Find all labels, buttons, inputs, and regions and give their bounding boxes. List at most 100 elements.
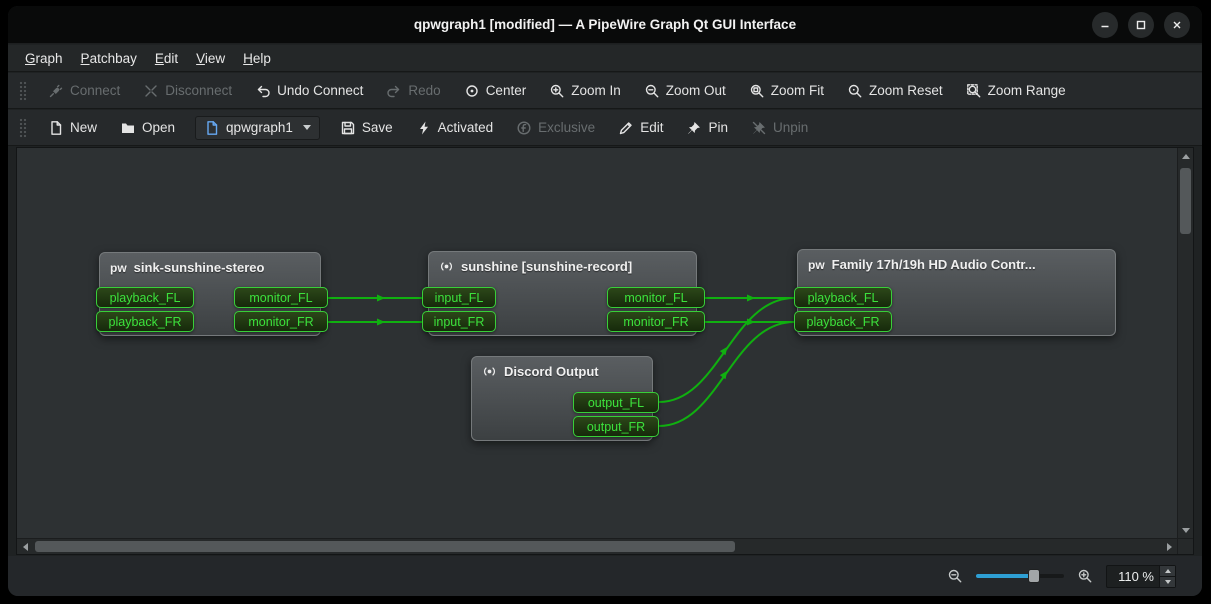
zoom-range-button[interactable]: Zoom Range (958, 78, 1074, 104)
node-title-bar: pw Family 17h/19h HD Audio Contr... (798, 250, 1115, 279)
plug-connect-icon (48, 83, 64, 99)
zoom-range-icon (966, 83, 982, 99)
port-family-playback-fr[interactable]: playback_FR (794, 311, 892, 332)
zoom-spinbox[interactable]: 110 % (1106, 565, 1176, 588)
zoom-slider-handle[interactable] (1028, 569, 1040, 583)
redo-button: Redo (378, 78, 448, 104)
graph-canvas[interactable]: pw sink-sunshine-stereo playback_FL play… (17, 148, 1177, 538)
node-title-bar: sunshine [sunshine-record] (429, 252, 696, 281)
new-patchbay-button[interactable]: New (40, 115, 105, 141)
menubar: Graph Patchbay Edit View Help (8, 45, 1202, 72)
close-button[interactable] (1164, 12, 1190, 38)
close-icon (1170, 18, 1184, 32)
horizontal-scroll-handle[interactable] (35, 541, 735, 552)
port-sunshine-monitor-fr[interactable]: monitor_FR (607, 311, 705, 332)
vertical-scroll-handle[interactable] (1180, 168, 1191, 234)
zoom-out-button[interactable]: Zoom Out (636, 78, 734, 104)
node-title: Family 17h/19h HD Audio Contr... (832, 257, 1036, 272)
status-zoom-in-icon[interactable] (1077, 568, 1093, 584)
zoom-decrement-button[interactable] (1160, 577, 1175, 587)
open-patchbay-button[interactable]: Open (112, 115, 183, 141)
undo-connect-button[interactable]: Undo Connect (247, 78, 371, 104)
pipewire-icon: pw (808, 258, 825, 272)
port-discord-output-fr[interactable]: output_FR (573, 416, 659, 437)
zoom-value[interactable]: 110 % (1107, 566, 1159, 587)
spin-buttons (1159, 566, 1175, 587)
scroll-up-button[interactable] (1178, 148, 1194, 164)
menu-view[interactable]: View (187, 48, 234, 69)
scroll-left-button[interactable] (17, 539, 33, 555)
connect-button: Connect (40, 78, 128, 104)
toolbar-drag-handle-2[interactable] (19, 118, 27, 138)
zoom-fit-label: Zoom Fit (771, 83, 824, 98)
zoom-in-label: Zoom In (571, 83, 621, 98)
status-zoom-out-icon[interactable] (947, 568, 963, 584)
pin-label: Pin (708, 120, 728, 135)
new-file-icon (48, 120, 64, 136)
menu-graph[interactable]: Graph (16, 48, 72, 69)
exclusive-toggle-button: Exclusive (508, 115, 603, 141)
zoom-reset-button[interactable]: Zoom Reset (839, 78, 951, 104)
zoom-in-button[interactable]: Zoom In (541, 78, 629, 104)
node-title: sunshine [sunshine-record] (461, 259, 632, 274)
edit-label: Edit (640, 120, 663, 135)
menu-help[interactable]: Help (234, 48, 280, 69)
scroll-right-button[interactable] (1161, 539, 1177, 555)
minimize-icon (1098, 18, 1112, 32)
edit-toggle-button[interactable]: Edit (610, 115, 671, 141)
pin-icon (686, 120, 702, 136)
menu-patchbay[interactable]: Patchbay (72, 48, 146, 69)
center-label: Center (486, 83, 527, 98)
window-controls (1092, 12, 1190, 38)
center-button[interactable]: Center (456, 78, 535, 104)
disconnect-button: Disconnect (135, 78, 240, 104)
zoom-slider[interactable] (976, 568, 1064, 584)
titlebar[interactable]: qpwgraph1 [modified] — A PipeWire Graph … (8, 6, 1202, 44)
port-discord-output-fl[interactable]: output_FL (573, 392, 659, 413)
maximize-icon (1134, 18, 1148, 32)
zoom-in-icon (549, 83, 565, 99)
scroll-down-button[interactable] (1178, 522, 1194, 538)
unpin-icon (751, 120, 767, 136)
zoom-fit-icon (749, 83, 765, 99)
port-sink-playback-fr[interactable]: playback_FR (96, 311, 194, 332)
unpin-button: Unpin (743, 115, 816, 141)
redo-label: Redo (408, 83, 440, 98)
node-title: sink-sunshine-stereo (134, 260, 265, 275)
maximize-button[interactable] (1128, 12, 1154, 38)
port-family-playback-fl[interactable]: playback_FL (794, 287, 892, 308)
save-label: Save (362, 120, 393, 135)
vertical-scrollbar[interactable] (1177, 148, 1193, 538)
port-sink-monitor-fr[interactable]: monitor_FR (234, 311, 328, 332)
disconnect-label: Disconnect (165, 83, 232, 98)
port-sunshine-input-fr[interactable]: input_FR (422, 311, 496, 332)
graph-toolbar: Connect Disconnect Undo Connect Redo Cen… (8, 73, 1202, 109)
port-sunshine-monitor-fl[interactable]: monitor_FL (607, 287, 705, 308)
pin-button[interactable]: Pin (678, 115, 736, 141)
pipewire-icon: pw (110, 261, 127, 275)
patchbay-file-icon (204, 120, 220, 136)
zoom-fit-button[interactable]: Zoom Fit (741, 78, 832, 104)
port-sink-monitor-fl[interactable]: monitor_FL (234, 287, 328, 308)
horizontal-scroll-track[interactable] (33, 539, 1161, 554)
arrow-down-icon (1165, 580, 1171, 584)
activated-toggle-button[interactable]: Activated (408, 115, 502, 141)
arrow-up-icon (1165, 569, 1171, 573)
horizontal-scrollbar[interactable] (17, 538, 1177, 554)
port-sink-playback-fl[interactable]: playback_FL (96, 287, 194, 308)
port-sunshine-input-fl[interactable]: input_FL (422, 287, 496, 308)
minimize-button[interactable] (1092, 12, 1118, 38)
node-title-bar: pw sink-sunshine-stereo (100, 253, 320, 282)
vertical-scroll-track[interactable] (1178, 164, 1193, 522)
undo-arrow-icon (255, 83, 271, 99)
zoom-increment-button[interactable] (1160, 566, 1175, 577)
plug-disconnect-icon (143, 83, 159, 99)
patchbay-select[interactable]: qpwgraph1 (195, 116, 320, 140)
save-floppy-icon (340, 120, 356, 136)
pencil-edit-icon (618, 120, 634, 136)
node-title: Discord Output (504, 364, 599, 379)
toolbar-drag-handle[interactable] (19, 81, 27, 101)
record-icon (439, 259, 454, 274)
menu-edit[interactable]: Edit (146, 48, 187, 69)
save-patchbay-button[interactable]: Save (332, 115, 401, 141)
